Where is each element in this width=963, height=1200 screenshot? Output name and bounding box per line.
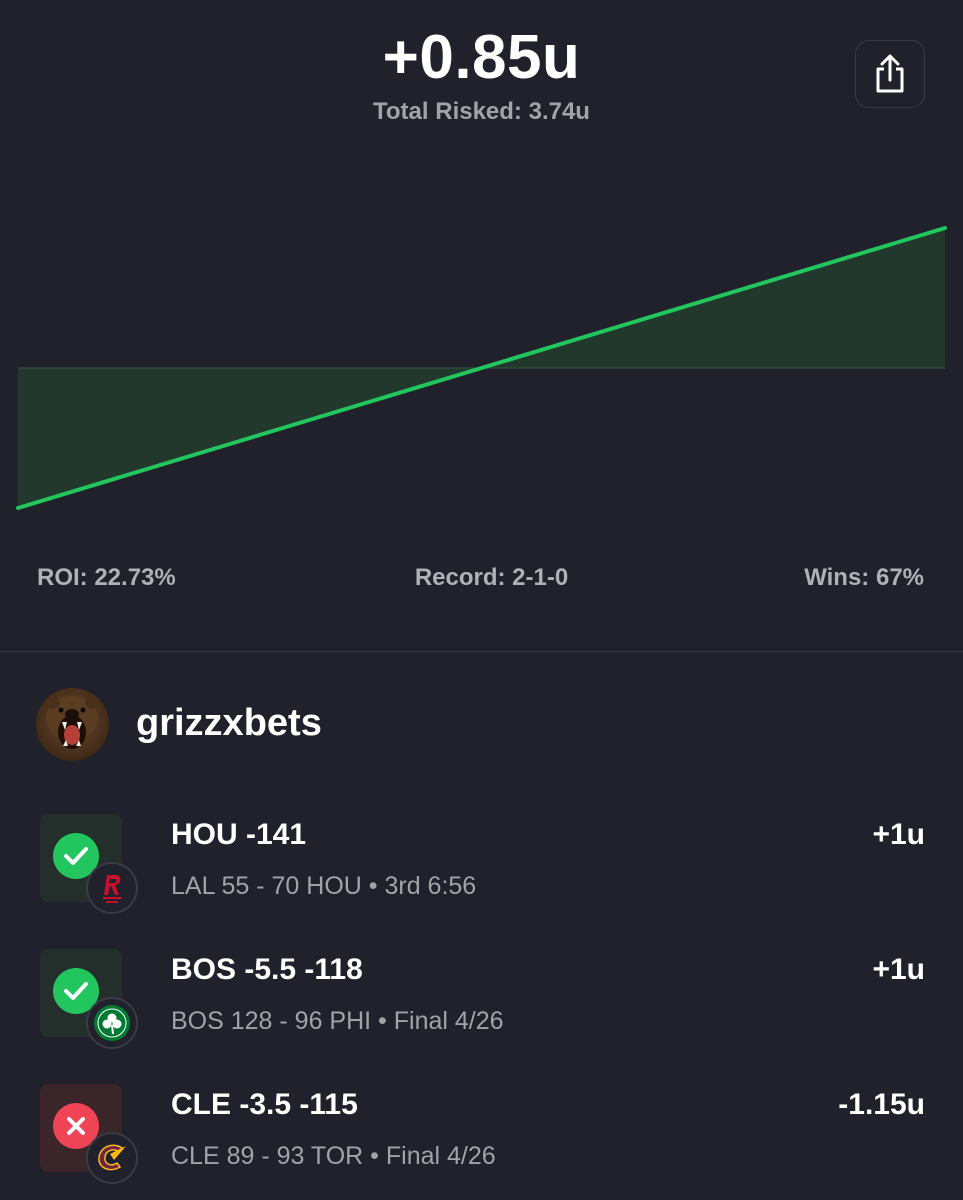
bet-subtitle: BOS 128 - 96 PHI • Final 4/26 (171, 1007, 504, 1035)
bet-title: CLE -3.5 -115 (171, 1088, 358, 1121)
bet-subtitle: LAL 55 - 70 HOU • 3rd 6:56 (171, 872, 477, 900)
bet-title: BOS -5.5 -118 (171, 953, 363, 986)
team-logo (86, 997, 138, 1049)
rockets-logo-icon (103, 875, 121, 903)
username[interactable]: grizzxbets (136, 702, 322, 745)
bet-title: HOU -141 (171, 818, 307, 851)
checkmark-icon (64, 847, 88, 865)
header: +0.85u Total Risked: 3.74u (0, 0, 963, 150)
total-risked: Total Risked: 3.74u (373, 98, 590, 125)
wins-stat: Wins: 67% (804, 564, 924, 591)
stats-row: ROI: 22.73% Record: 2-1-0 Wins: 67% (0, 564, 963, 600)
share-icon (876, 54, 904, 93)
cavaliers-logo-icon (98, 1144, 126, 1171)
checkmark-icon (64, 982, 88, 1000)
bet-result: -1.15u (838, 1088, 925, 1121)
profit-chart (0, 200, 963, 540)
total-units: +0.85u (382, 23, 581, 92)
team-logo (86, 862, 138, 914)
avatar[interactable] (36, 688, 109, 761)
bet-slip-screen: +0.85u Total Risked: 3.74u ROI: 22.73% R… (0, 0, 963, 1200)
team-logo (86, 1132, 138, 1184)
bet-result: +1u (872, 953, 925, 986)
bet-result: +1u (872, 818, 925, 851)
bet-subtitle: CLE 89 - 93 TOR • Final 4/26 (171, 1142, 496, 1170)
bet-row-bos[interactable]: BOS -5.5 -118 BOS 128 - 96 PHI • Final 4… (0, 935, 963, 1055)
bet-row-cle[interactable]: CLE -3.5 -115 CLE 89 - 93 TOR • Final 4/… (0, 1070, 963, 1190)
bear-avatar-icon (44, 695, 101, 749)
share-button[interactable] (855, 40, 925, 108)
divider (0, 651, 963, 652)
profile-header[interactable]: grizzxbets (0, 686, 963, 762)
x-icon (67, 1117, 85, 1135)
celtics-logo-icon (94, 1005, 130, 1041)
bet-row-hou[interactable]: HOU -141 LAL 55 - 70 HOU • 3rd 6:56 +1u (0, 800, 963, 920)
profit-chart-svg (16, 226, 947, 510)
